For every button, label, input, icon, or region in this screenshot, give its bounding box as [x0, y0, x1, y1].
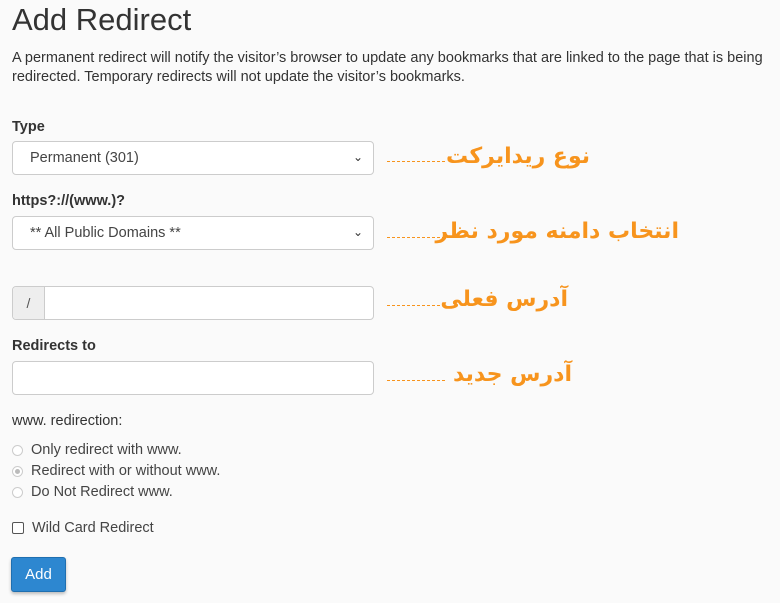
wildcard-checkbox[interactable]: Wild Card Redirect	[12, 520, 154, 536]
radio-label: Do Not Redirect www.	[31, 484, 173, 500]
description: A permanent redirect will notify the vis…	[12, 50, 763, 85]
radio-button[interactable]	[12, 486, 23, 498]
annotation-redirects-to: آدرس جدید	[452, 362, 572, 387]
annotation-line	[387, 380, 445, 381]
checkbox-label: Wild Card Redirect	[32, 520, 154, 536]
domain-select-value: ** All Public Domains **	[30, 225, 181, 241]
radio-label: Only redirect with www.	[31, 442, 182, 458]
domain-select[interactable]: ** All Public Domains ** ⌄	[12, 216, 374, 250]
domain-label: https?://(www.)?	[12, 193, 126, 209]
checkbox[interactable]	[12, 522, 24, 534]
annotation-line	[387, 161, 445, 162]
annotation-type: نوع ریدایرکت	[446, 144, 590, 169]
redirects-to-input[interactable]	[12, 361, 374, 395]
annotation-domain: انتخاب دامنه مورد نظر	[435, 219, 679, 244]
radio-do-not-redirect-www[interactable]: Do Not Redirect www.	[12, 484, 173, 500]
path-input[interactable]: /	[12, 286, 374, 320]
page-title: Add Redirect	[12, 2, 192, 37]
annotation-line	[387, 305, 445, 306]
radio-button[interactable]	[12, 444, 23, 456]
redirects-to-label: Redirects to	[12, 338, 96, 354]
radio-with-or-without-www[interactable]: Redirect with or without www.	[12, 463, 220, 479]
www-redirection-label: www. redirection:	[12, 413, 123, 429]
annotation-path: آدرس فعلی	[440, 287, 568, 312]
chevron-down-icon: ⌄	[352, 150, 363, 164]
type-select[interactable]: Permanent (301) ⌄	[12, 141, 374, 175]
path-prefix: /	[13, 287, 45, 319]
add-button[interactable]: Add	[11, 557, 66, 592]
radio-only-www[interactable]: Only redirect with www.	[12, 442, 182, 458]
radio-label: Redirect with or without www.	[31, 463, 221, 479]
type-select-value: Permanent (301)	[30, 150, 139, 166]
chevron-down-icon: ⌄	[352, 225, 363, 239]
type-label: Type	[12, 119, 45, 135]
radio-button[interactable]	[12, 465, 23, 477]
